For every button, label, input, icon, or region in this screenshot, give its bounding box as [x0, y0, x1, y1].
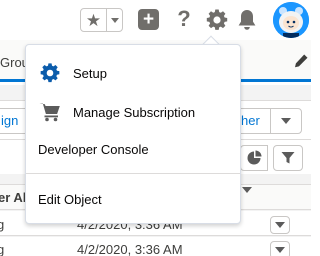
bell-icon — [238, 10, 256, 30]
setup-dropdown-menu: Setup Manage Subscription Developer Cons… — [25, 44, 241, 224]
pencil-icon — [295, 54, 308, 68]
chevron-down-icon — [281, 118, 291, 124]
chevron-down-icon — [275, 222, 285, 228]
filter-icon — [281, 152, 295, 164]
column-header-label[interactable]: er Al — [0, 190, 26, 205]
favorites-list-button[interactable] — [107, 9, 122, 31]
notifications-button[interactable] — [236, 8, 258, 32]
list-other-button[interactable]: her — [236, 108, 270, 134]
menu-item-setup[interactable]: Setup — [26, 55, 240, 91]
setup-gear-button[interactable] — [205, 8, 229, 32]
chevron-down-icon — [242, 187, 252, 210]
menu-divider — [26, 173, 240, 174]
list-more-actions-button[interactable] — [270, 108, 302, 134]
menu-item-developer-console[interactable]: Developer Console — [26, 131, 240, 167]
gear-icon — [206, 9, 228, 30]
astro-avatar-icon — [273, 2, 309, 38]
chart-button[interactable] — [240, 145, 268, 171]
menu-item-label: Edit Object — [38, 191, 102, 207]
user-avatar[interactable] — [273, 2, 309, 38]
gear-icon — [39, 62, 61, 84]
column-sort-button[interactable] — [242, 187, 252, 211]
table-cell: g — [0, 217, 5, 232]
cart-icon — [39, 101, 61, 123]
global-header: ★ + ? — [0, 0, 311, 40]
table-cell: g — [0, 242, 5, 256]
table-cell-date: 4/2/2020, 3:36 AM — [77, 242, 183, 256]
chevron-down-icon — [110, 17, 119, 23]
edit-nav-button[interactable] — [293, 53, 309, 69]
plus-icon: + — [142, 9, 155, 30]
help-icon: ? — [177, 6, 191, 31]
menu-item-label: Manage Subscription — [73, 104, 196, 120]
favorites-star-icon[interactable]: ★ — [81, 9, 107, 31]
menu-item-manage-subscription[interactable]: Manage Subscription — [26, 94, 240, 130]
pie-chart-icon — [247, 150, 262, 165]
filter-button[interactable] — [273, 145, 303, 171]
row-actions-button[interactable] — [270, 241, 290, 256]
menu-item-label: Setup — [73, 65, 107, 81]
menu-item-edit-object[interactable]: Edit Object — [26, 181, 240, 217]
global-actions-button[interactable]: + — [138, 9, 159, 30]
row-actions-button[interactable] — [270, 216, 290, 234]
chevron-down-icon — [275, 247, 285, 253]
favorites-button-group: ★ — [80, 8, 123, 32]
help-button[interactable]: ? — [174, 6, 194, 32]
menu-item-label: Developer Console — [38, 141, 149, 157]
